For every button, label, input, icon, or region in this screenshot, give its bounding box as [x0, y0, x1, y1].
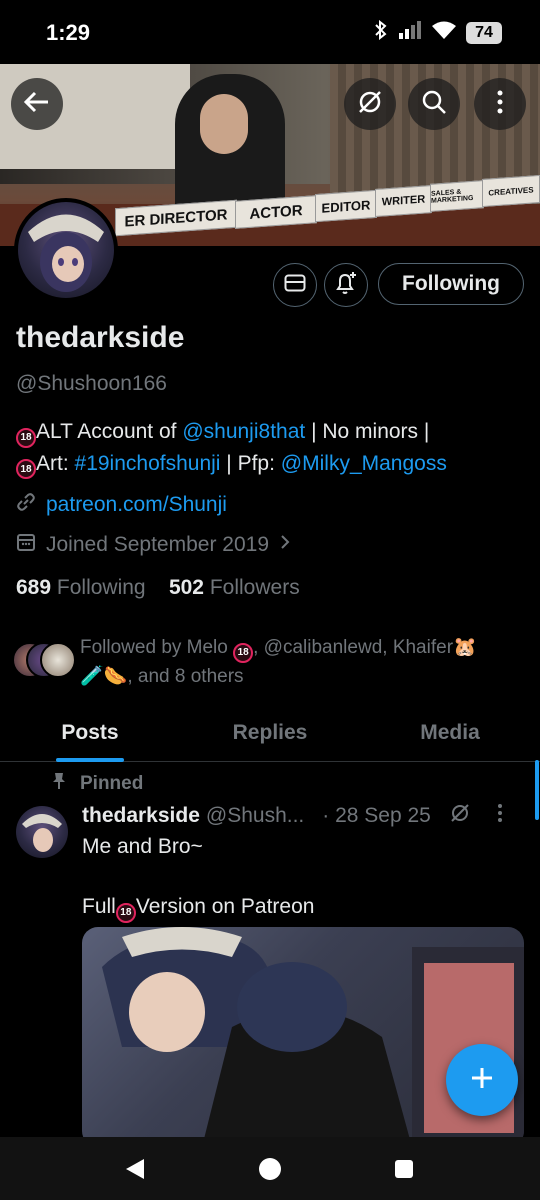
bio-mention-link[interactable]: @Milky_Mangoss — [281, 452, 447, 475]
plus-icon — [469, 1065, 495, 1096]
profile-tabs: Posts Replies Media — [0, 705, 540, 762]
post-media-image[interactable] — [82, 927, 524, 1147]
hamster-emoji-icon: 🐹 — [453, 637, 477, 658]
no-minors-icon: 18 — [233, 643, 254, 663]
wifi-icon — [432, 21, 456, 44]
mail-icon — [284, 274, 306, 297]
more-options-button[interactable] — [474, 78, 526, 130]
pinned-label-row: Pinned — [52, 772, 143, 796]
pin-icon — [52, 772, 66, 796]
bio-mention-link[interactable]: @shunji8that — [182, 420, 305, 443]
bio-text: Art: — [36, 451, 75, 475]
grok-icon[interactable] — [449, 802, 471, 830]
banner-face — [200, 94, 248, 154]
search-button[interactable] — [408, 78, 460, 130]
tab-replies[interactable]: Replies — [210, 705, 330, 761]
bio-line-2: 18 Art: #19inchofshunji | Pfp: @Milky_Man… — [16, 448, 526, 479]
no-minors-icon: 18 — [16, 459, 36, 479]
followed-by-line-2: 🧪🌭, and 8 others — [80, 663, 530, 691]
website-row: patreon.com/Shunji — [16, 492, 227, 518]
followed-by-names: Followed by Melo — [80, 637, 228, 658]
banner-plaque: SALES & MARKETING — [430, 180, 484, 212]
post-date[interactable]: · 28 Sep 25 — [322, 804, 431, 828]
bio-text: | Pfp: — [220, 451, 281, 475]
search-icon — [421, 89, 447, 120]
no-minors-icon: 18 — [16, 427, 36, 448]
followed-by-names: , @calibanlewd, Khaifer — [253, 637, 454, 658]
followed-by-line-1: Followed by Melo 18, @calibanlewd, Khaif… — [80, 634, 530, 663]
pinned-label: Pinned — [80, 773, 144, 794]
banner-plaque: EDITOR — [315, 189, 377, 223]
profile-bio: 18 ALT Account of @shunji8that | No minor… — [16, 416, 526, 479]
post-line-2: Full 18 Version on Patreon — [82, 892, 314, 923]
following-count-link[interactable]: 689 Following — [16, 576, 146, 599]
avatar-illustration — [28, 214, 104, 292]
grok-button[interactable] — [344, 78, 396, 130]
post-text[interactable]: Me and Bro~ Full 18 Version on Patreon — [82, 832, 314, 923]
post-handle[interactable]: @Shush... — [206, 804, 304, 828]
joined-date: Joined September 2019 — [46, 533, 269, 556]
status-time: 1:29 — [46, 20, 91, 45]
signal-icon — [398, 21, 422, 44]
bio-line-1: 18 ALT Account of @shunji8that | No minor… — [16, 416, 526, 448]
tab-posts[interactable]: Posts — [30, 705, 150, 761]
test-tube-emoji-icon: 🧪 — [80, 666, 104, 687]
system-nav-bar — [0, 1137, 540, 1200]
followed-by-text[interactable]: Followed by Melo 18, @calibanlewd, Khaif… — [80, 634, 530, 691]
recents-square-icon[interactable] — [394, 1159, 414, 1184]
post-author[interactable]: thedarkside — [82, 804, 200, 828]
tab-media[interactable]: Media — [390, 705, 510, 761]
following-button[interactable]: Following — [378, 263, 524, 305]
back-button[interactable] — [11, 78, 63, 130]
joined-row[interactable]: Joined September 2019 — [16, 532, 291, 558]
bio-text: ALT Account of — [36, 420, 183, 443]
bluetooth-icon — [374, 19, 388, 45]
bell-plus-icon — [334, 271, 358, 300]
chevron-right-icon — [279, 533, 291, 557]
followed-by-others: , and 8 others — [127, 666, 244, 687]
compose-post-button[interactable] — [446, 1044, 518, 1116]
profile-avatar[interactable] — [14, 198, 118, 302]
post-illustration — [102, 927, 524, 1147]
status-bar: 1:29 74 — [0, 0, 540, 64]
banner-plaque: CREATIVES — [482, 174, 540, 208]
more-vertical-icon — [497, 90, 503, 119]
followers-label: Followers — [209, 576, 300, 599]
post-text-fragment: Full — [82, 895, 116, 918]
link-icon — [16, 492, 36, 518]
bio-hashtag-link[interactable]: #19inchofshunji — [75, 452, 221, 475]
website-link[interactable]: patreon.com/Shunji — [46, 493, 227, 517]
no-minors-icon: 18 — [115, 903, 136, 923]
post-text-fragment: Version on Patreon — [135, 895, 315, 918]
followers-count-link[interactable]: 502 Followers — [169, 576, 300, 599]
followers-count: 502 — [168, 576, 204, 599]
post-avatar[interactable] — [16, 806, 68, 858]
following-count: 689 — [16, 576, 52, 599]
follow-counts: 689 Following 502 Followers — [16, 576, 300, 600]
message-button[interactable] — [273, 263, 317, 307]
post-header: thedarkside @Shush... · 28 Sep 25 — [82, 802, 503, 830]
scrollbar[interactable] — [535, 760, 539, 820]
home-circle-icon[interactable] — [258, 1157, 282, 1186]
post-spacer — [82, 862, 314, 892]
following-label: Following — [56, 576, 146, 599]
post-avatar-illustration — [22, 814, 62, 852]
hotdog-emoji-icon: 🌭 — [103, 666, 128, 687]
back-triangle-icon[interactable] — [124, 1157, 146, 1186]
active-tab-indicator — [56, 758, 124, 762]
profile-handle: @Shushoon166 — [16, 372, 167, 395]
notifications-button[interactable] — [324, 263, 368, 307]
banner-plaque: ACTOR — [235, 195, 317, 229]
follower-avatar[interactable] — [40, 642, 76, 678]
battery-icon: 74 — [466, 21, 502, 44]
banner-plaque: WRITER — [375, 185, 432, 217]
calendar-icon — [16, 532, 36, 558]
status-icons: 74 — [374, 19, 502, 45]
grok-icon — [356, 88, 384, 121]
post-line-1: Me and Bro~ — [82, 835, 203, 858]
arrow-left-icon — [23, 91, 50, 118]
bio-text: | No minors | — [305, 420, 430, 443]
display-name: thedarkside — [16, 321, 185, 354]
post-more-icon[interactable] — [497, 803, 503, 829]
